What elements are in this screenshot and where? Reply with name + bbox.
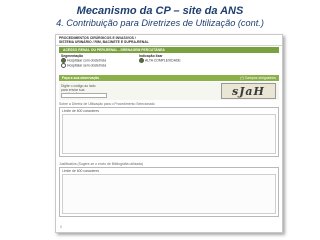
indication-group: Indicação lixar ALTA COMPLEXIDADE [139, 54, 181, 63]
segmentation-option-2-label: Hospitalar sem obstetrícia [67, 63, 107, 68]
guideline-section-label: Sobre a Diretriz de Utilização para o Pr… [59, 102, 155, 106]
segmentation-option-2[interactable]: Hospitalar sem obstetrícia [61, 63, 106, 68]
guideline-textarea[interactable]: Limite de 600 caracteres [59, 107, 279, 157]
justification-textarea-field[interactable] [62, 174, 276, 214]
procedure-category-header: PROCEDIMENTOS CIRÚRGICOS E INVASIVOS / S… [56, 35, 282, 46]
required-fields-note: (*) Campos obrigatórios [240, 76, 276, 80]
captcha-image: sJaH [221, 83, 276, 99]
radio-icon[interactable] [139, 58, 144, 63]
observations-bar: Faça a sua observação (*) Campos obrigat… [59, 75, 279, 81]
procedure-title-strip: ACESSO RENAL OU PERI-RENAL - DRENAGEM PE… [59, 47, 279, 53]
captcha-panel: Digite o código ao lado para enviar sua … [59, 82, 279, 100]
guideline-textarea-field[interactable] [62, 114, 276, 154]
segmentation-group: Segmentação Hospitalar com obstetrícia H… [61, 54, 106, 68]
radio-icon[interactable] [61, 63, 66, 68]
justification-textarea[interactable]: Limite de 600 caracteres [59, 167, 279, 217]
guideline-char-limit: Limite de 600 caracteres [62, 109, 100, 113]
slide-subtitle: 4. Contribuição para Diretrizes de Utili… [56, 18, 264, 28]
observations-bar-title: Faça a sua observação [62, 76, 100, 80]
indication-option[interactable]: ALTA COMPLEXIDADE [139, 58, 181, 63]
slide-title: Mecanismo da CP – site da ANS [76, 5, 244, 17]
captcha-input[interactable] [61, 93, 107, 98]
category-line-2: SISTEMA URINÁRIO / RIM, BACINETE E SUPRA… [59, 40, 149, 44]
segmentation-option-1-label: Hospitalar com obstetrícia [67, 58, 107, 63]
segmentation-row: Segmentação Hospitalar com obstetrícia H… [59, 54, 279, 72]
justification-char-limit: Limite de 600 caracteres [62, 169, 100, 173]
page-number: 0 [60, 225, 62, 229]
form-screenshot: PROCEDIMENTOS CIRÚRGICOS E INVASIVOS / S… [55, 34, 283, 233]
justification-section-label: Justificativa (Sugere-se o envio de Bibl… [59, 162, 144, 166]
indication-option-label: ALTA COMPLEXIDADE [145, 58, 181, 63]
